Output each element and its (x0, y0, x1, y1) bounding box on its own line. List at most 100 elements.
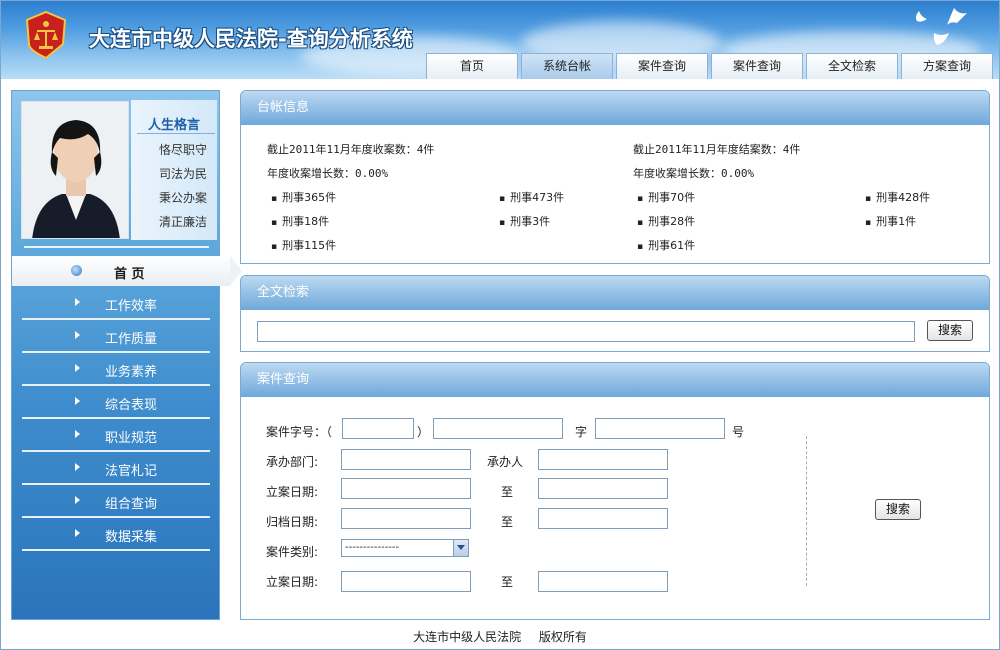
triangle-right-icon (75, 430, 80, 438)
sidebar-item-performance[interactable]: 综合表现 (22, 386, 210, 419)
archive-date-to-input[interactable] (538, 508, 668, 529)
ledger-panel: 台帐信息 截止2011年11月年度收案数：4件 截止2011年11月年度结案数：… (240, 90, 990, 264)
sidebar: 人生格言 恪尽职守 司法为民 秉公办案 清正廉洁 首 页 工作效率 工作质量 业… (11, 90, 242, 620)
closed-growth: 年度收案增长数：0.00% (633, 167, 755, 180)
case-search-button[interactable]: 搜索 (875, 499, 921, 520)
list-item: 刑事428件 (865, 189, 930, 205)
sidebar-item-label: 综合表现 (105, 398, 158, 413)
sidebar-divider (24, 246, 209, 248)
zi-label: 字 (575, 425, 588, 439)
triangle-right-icon (75, 298, 80, 306)
case-number-label: 案件字号：（ (266, 425, 333, 439)
nav-tab-case-query-2[interactable]: 案件查询 (711, 53, 803, 79)
header-banner: 大连市中级人民法院-查询分析系统 首页 系统台帐 案件查询 案件查询 全文检索 … (1, 1, 999, 79)
triangle-right-icon (75, 364, 80, 372)
triangle-right-icon (75, 529, 80, 537)
fulltext-search-input[interactable] (257, 321, 915, 342)
nav-tab-home[interactable]: 首页 (426, 53, 518, 79)
dept-input[interactable] (341, 449, 471, 470)
triangle-right-icon (75, 463, 80, 471)
triangle-right-icon (75, 397, 80, 405)
nav-tab-case-query-1[interactable]: 案件查询 (616, 53, 708, 79)
motto-item: 司法为民 (159, 167, 208, 181)
list-item: 刑事3件 (499, 213, 550, 229)
fulltext-panel: 全文检索 搜索 (240, 275, 990, 352)
closed-count: 截止2011年11月年度结案数：4件 (633, 143, 801, 156)
archive-date-label: 归档日期: (266, 515, 319, 529)
received-growth: 年度收案增长数：0.00% (267, 167, 389, 180)
motto-item: 清正廉洁 (159, 215, 208, 229)
fulltext-search-button[interactable]: 搜索 (927, 320, 973, 341)
filing-date-label: 立案日期: (266, 485, 319, 499)
case-court-input[interactable] (433, 418, 563, 439)
hao-label: 号 (732, 425, 745, 439)
sidebar-item-data-collection[interactable]: 数据采集 (22, 518, 210, 551)
list-item: 刑事115件 (271, 237, 336, 253)
sidebar-item-label: 工作质量 (105, 332, 158, 347)
sidebar-item-label: 职业规范 (105, 431, 158, 446)
case-serial-input[interactable] (595, 418, 725, 439)
chevron-down-icon (453, 540, 468, 556)
dashed-divider (806, 436, 807, 586)
sidebar-item-competence[interactable]: 业务素养 (22, 353, 210, 386)
triangle-right-icon (75, 496, 80, 504)
case-query-panel: 案件查询 案件字号：（ ） 字 号 承办部门: 承办人 立案日期: 至 归档日期… (240, 362, 990, 620)
sidebar-item-label: 数据采集 (105, 530, 158, 545)
footer: 大连市中级人民法院 版权所有 (0, 628, 1000, 645)
paren-close-label: ） (417, 425, 430, 439)
nav-tab-fulltext[interactable]: 全文检索 (806, 53, 898, 79)
court-emblem-icon (25, 10, 67, 60)
motto-divider (137, 133, 215, 134)
category-selected-value: --------------- (345, 542, 400, 553)
list-item: 刑事61件 (637, 237, 695, 253)
circle-bullet-icon (71, 265, 82, 276)
filing-date-to-input-2[interactable] (538, 571, 668, 592)
case-year-input[interactable] (342, 418, 414, 439)
list-item: 刑事473件 (499, 189, 564, 205)
archive-date-from-input[interactable] (341, 508, 471, 529)
sidebar-item-quality[interactable]: 工作质量 (22, 320, 210, 353)
judge-photo (21, 101, 129, 239)
top-nav: 首页 系统台帐 案件查询 案件查询 全文检索 方案查询 (426, 53, 993, 79)
nav-tab-plan-query[interactable]: 方案查询 (901, 53, 993, 79)
list-item: 刑事1件 (865, 213, 916, 229)
motto-item: 恪尽职守 (159, 143, 208, 157)
motto-item: 秉公办案 (159, 191, 208, 205)
nav-tab-ledger[interactable]: 系统台帐 (521, 53, 613, 79)
to-label: 至 (501, 575, 514, 589)
motto-title: 人生格言 (147, 118, 200, 133)
dept-label: 承办部门: (266, 455, 319, 469)
handler-input[interactable] (538, 449, 668, 470)
list-item: 刑事18件 (271, 213, 329, 229)
motto-panel: 人生格言 恪尽职守 司法为民 秉公办案 清正廉洁 (131, 100, 217, 240)
footer-org: 大连市中级人民法院 (413, 630, 522, 644)
footer-rights: 版权所有 (538, 630, 587, 644)
doves-decoration-icon (915, 8, 967, 45)
to-label: 至 (501, 515, 514, 529)
sidebar-item-label: 法官札记 (105, 464, 158, 479)
filing-date-from-input[interactable] (341, 478, 471, 499)
ledger-title: 台帐信息 (241, 91, 989, 125)
sidebar-item-label: 首 页 (114, 267, 145, 282)
list-item: 刑事28件 (637, 213, 695, 229)
filing-date-from-input-2[interactable] (341, 571, 471, 592)
category-select[interactable]: --------------- (341, 539, 469, 557)
received-count: 截止2011年11月年度收案数：4件 (267, 143, 435, 156)
sidebar-divider (22, 549, 210, 551)
sidebar-item-label: 组合查询 (105, 497, 158, 512)
fulltext-title: 全文检索 (241, 276, 989, 310)
triangle-right-icon (75, 331, 80, 339)
sidebar-item-notes[interactable]: 法官札记 (22, 452, 210, 485)
sidebar-item-combined-query[interactable]: 组合查询 (22, 485, 210, 518)
handler-label: 承办人 (487, 455, 524, 469)
sidebar-item-conduct[interactable]: 职业规范 (22, 419, 210, 452)
case-query-title: 案件查询 (241, 363, 989, 397)
sidebar-item-efficiency[interactable]: 工作效率 (22, 287, 210, 320)
sidebar-item-home[interactable]: 首 页 (12, 256, 242, 286)
list-item: 刑事365件 (271, 189, 336, 205)
to-label: 至 (501, 485, 514, 499)
sidebar-item-label: 业务素养 (105, 365, 158, 380)
sidebar-item-label: 工作效率 (105, 299, 158, 314)
filing-date-label-2: 立案日期: (266, 575, 319, 589)
filing-date-to-input[interactable] (538, 478, 668, 499)
